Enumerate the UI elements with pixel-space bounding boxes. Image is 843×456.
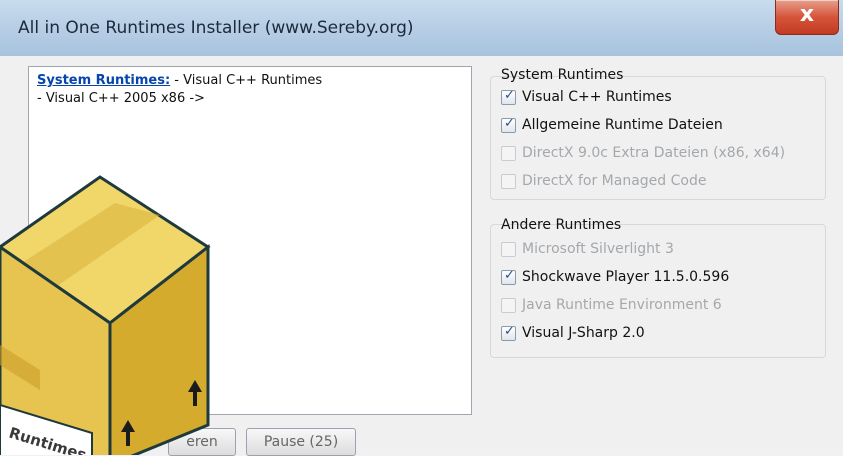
runtimes-box-illustration: Runtimes [0,175,211,455]
checkbox-label: Shockwave Player 11.5.0.596 [522,269,730,285]
checkbox-option[interactable]: ✓ Visual J-Sharp 2.0 [501,323,645,343]
system-runtimes-group: System Runtimes ✓ Visual C++ Runtimes ✓ All… [490,67,826,200]
checkbox-checked[interactable]: ✓ [501,87,516,105]
checkbox-label: Visual C++ Runtimes [522,89,672,105]
group-label: System Runtimes [501,67,624,83]
checkbox-checked[interactable]: ✓ [501,115,516,133]
close-button[interactable]: x [775,0,839,35]
checkbox-label: DirectX 9.0c Extra Dateien (x86, x64) [522,145,786,161]
checkbox-unchecked [501,241,516,257]
log-text: - Visual C++ Runtimes [170,73,323,88]
window-title: All in One Runtimes Installer (www.Sereb… [18,18,414,38]
checkbox-checked[interactable]: ✓ [501,323,516,341]
check-icon: ✓ [504,323,515,339]
checkbox-label: DirectX for Managed Code [522,173,707,189]
log-link-system-runtimes[interactable]: System Runtimes: [37,73,170,88]
pause-button[interactable]: Pause (25) [246,428,356,456]
check-icon: ✓ [504,115,515,131]
other-runtimes-group: Andere Runtimes Microsoft Silverlight 3 ✓… [490,217,826,358]
checkbox-option: DirectX 9.0c Extra Dateien (x86, x64) [501,143,785,163]
checkbox-checked[interactable]: ✓ [501,267,516,285]
check-icon: ✓ [504,267,515,283]
close-icon: x [799,2,815,27]
checkbox-option[interactable]: ✓ Shockwave Player 11.5.0.596 [501,267,729,287]
checkbox-option: DirectX for Managed Code [501,171,706,191]
title-bar: All in One Runtimes Installer (www.Sereb… [0,0,843,57]
checkbox-label: Allgemeine Runtime Dateien [522,117,723,133]
checkbox-option[interactable]: ✓ Allgemeine Runtime Dateien [501,115,723,135]
log-line-1: System Runtimes: - Visual C++ Runtimes [37,73,322,88]
check-icon: ✓ [504,87,515,103]
checkbox-unchecked [501,173,516,189]
log-line-2: - Visual C++ 2005 x86 -> [37,91,205,106]
checkbox-unchecked [501,145,516,161]
checkbox-label: Microsoft Silverlight 3 [522,241,674,257]
checkbox-option: Java Runtime Environment 6 [501,295,722,315]
checkbox-option: Microsoft Silverlight 3 [501,239,674,259]
checkbox-unchecked [501,297,516,313]
checkbox-option[interactable]: ✓ Visual C++ Runtimes [501,87,672,107]
checkbox-label: Visual J-Sharp 2.0 [522,325,645,341]
group-label: Andere Runtimes [501,217,622,233]
checkbox-label: Java Runtime Environment 6 [522,297,722,313]
